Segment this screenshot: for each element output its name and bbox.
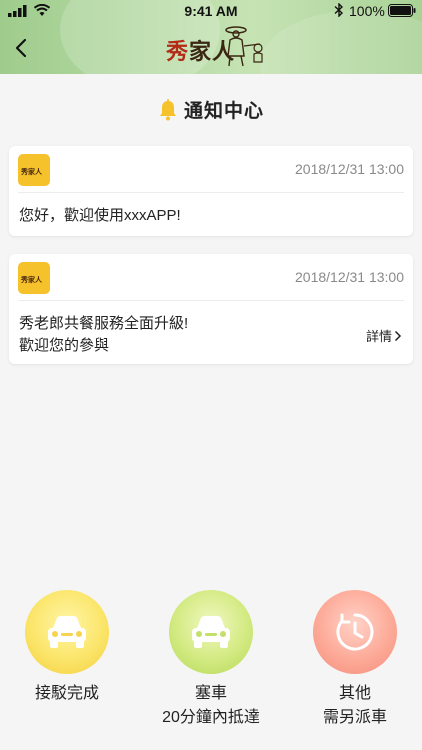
back-chevron-icon[interactable] (10, 36, 34, 60)
page-title: 通知中心 (183, 101, 264, 122)
title-row: 通知中心 (0, 96, 422, 124)
action-label: 塞車 20分鐘內抵達 (162, 685, 260, 726)
farmer-figure-icon (225, 26, 263, 67)
battery-percentage: 100% (349, 3, 385, 19)
sender-avatar: 秀家人 (18, 262, 50, 294)
action-other-dispatch[interactable]: 其他 需另派車 (290, 590, 420, 730)
brand-logo: 秀家人 (158, 22, 268, 70)
action-pickup-complete[interactable]: 接駁完成 (2, 590, 132, 706)
app-header: 9:41 AM 100% 秀家人 (0, 0, 422, 74)
action-circle[interactable] (25, 590, 109, 674)
card-divider (18, 192, 404, 193)
action-traffic-delay[interactable]: 塞車 20分鐘內抵達 (146, 590, 276, 730)
card-divider (18, 300, 404, 301)
bluetooth-icon (334, 3, 344, 17)
car-icon (48, 616, 86, 648)
action-circle[interactable] (169, 590, 253, 674)
chevron-right-icon (394, 330, 402, 341)
status-bar: 9:41 AM 100% (0, 0, 422, 22)
battery-icon (388, 4, 416, 17)
notification-message: 秀老郎共餐服務全面升級! 歡迎您的參與 (19, 315, 189, 354)
action-circle[interactable] (313, 590, 397, 674)
notification-date: 2018/12/31 13:00 (295, 161, 404, 177)
notification-message: 您好，歡迎使用xxxAPP! (19, 207, 181, 224)
notification-card[interactable]: 秀家人 2018/12/31 13:00 秀老郎共餐服務全面升級! 歡迎您的參與… (9, 254, 413, 364)
notification-card[interactable]: 秀家人 2018/12/31 13:00 您好，歡迎使用xxxAPP! (9, 146, 413, 236)
sender-avatar: 秀家人 (18, 154, 50, 186)
detail-link[interactable]: 詳情 (366, 326, 402, 345)
car-icon (192, 616, 230, 648)
action-label: 其他 需另派車 (322, 685, 387, 726)
action-label: 接駁完成 (34, 685, 99, 702)
notification-date: 2018/12/31 13:00 (295, 269, 404, 285)
bell-icon (159, 98, 176, 120)
clock-icon (336, 613, 374, 651)
